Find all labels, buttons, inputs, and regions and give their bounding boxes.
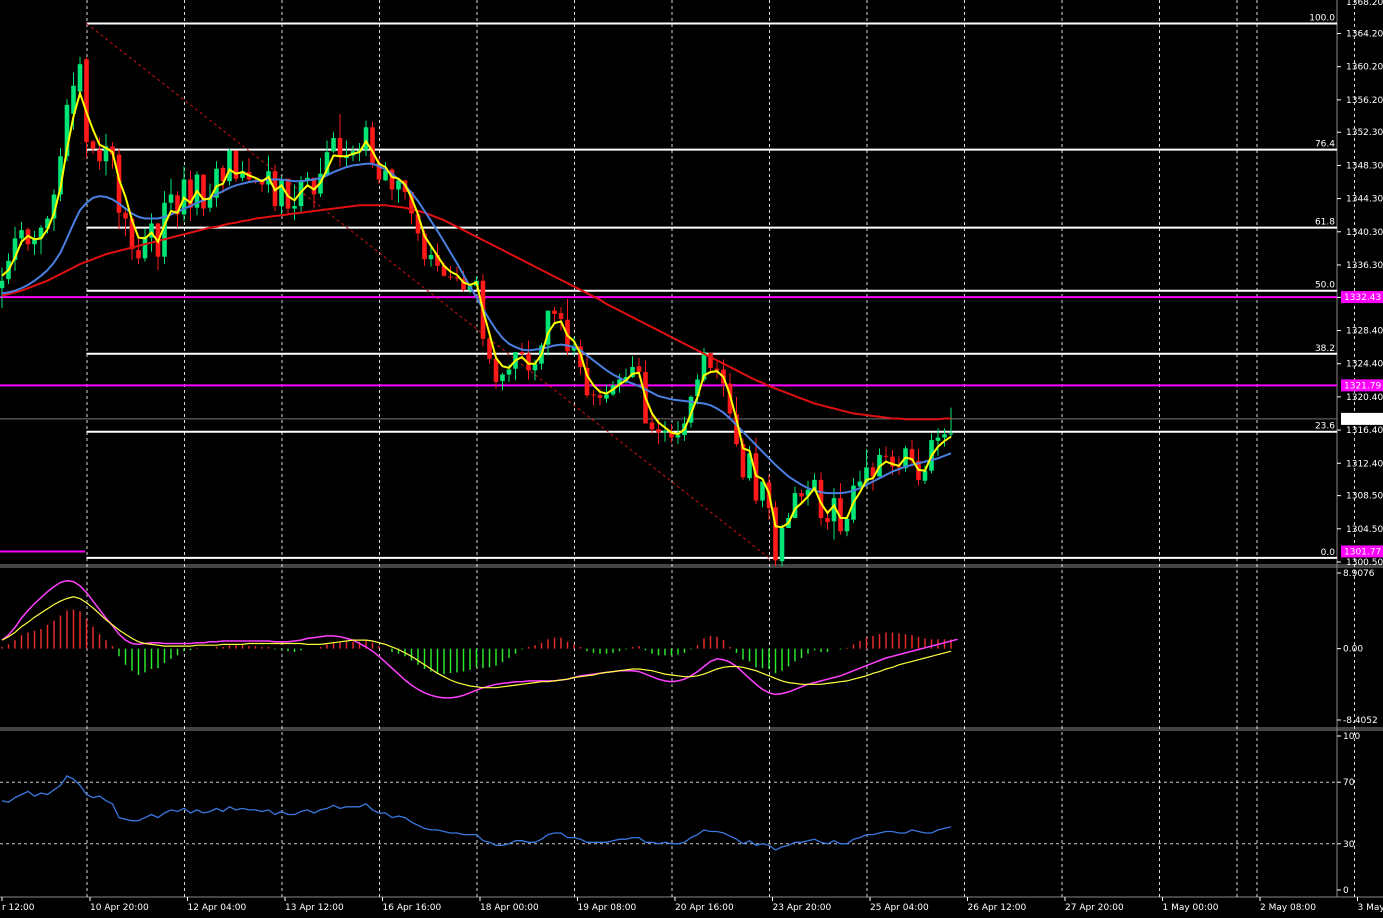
candle[interactable]: [935, 437, 941, 441]
candle[interactable]: [331, 138, 336, 152]
time-tick-label: 18 Apr 00:00: [480, 903, 539, 913]
candle[interactable]: [279, 179, 284, 207]
fib-level-label: 76.4: [1315, 140, 1335, 150]
time-tick-label: 1 May 00:00: [1163, 903, 1219, 913]
candle[interactable]: [662, 430, 668, 433]
time-tick-label: 3 May 16:00: [1358, 903, 1383, 913]
fib-level-label: 38.2: [1315, 344, 1335, 354]
current-price-tag-text: 1317.75: [1344, 415, 1381, 425]
price-tick-label: 1312.40: [1346, 459, 1383, 469]
price-tag-text: 1332.43: [1344, 293, 1381, 303]
price-tag-text: 1301.77: [1344, 547, 1381, 557]
fib-level-label: 61.8: [1315, 218, 1335, 228]
candle[interactable]: [201, 174, 206, 209]
price-tick-label: 1320.40: [1346, 393, 1383, 403]
fib-level-label: 50.0: [1315, 281, 1335, 291]
price-tick-label: 1328.40: [1346, 327, 1383, 337]
candle[interactable]: [825, 518, 830, 523]
candle[interactable]: [604, 394, 609, 399]
time-tick-label: 27 Apr 20:00: [1065, 903, 1124, 913]
time-tick-label: 20 Apr 16:00: [675, 903, 734, 913]
price-tick-label: 1360.20: [1346, 63, 1383, 73]
candle[interactable]: [142, 236, 148, 259]
time-tick-label: 23 Apr 20:00: [773, 903, 832, 913]
candle[interactable]: [922, 470, 928, 481]
candle[interactable]: [558, 313, 564, 319]
time-tick-label: 25 Apr 04:00: [870, 903, 929, 913]
time-tick-label: r 12:00: [2, 903, 35, 913]
time-tick-label: 26 Apr 12:00: [968, 903, 1027, 913]
macd-tick-label: 0.00: [1343, 645, 1363, 655]
rsi-tick-label: 70: [1343, 778, 1355, 788]
candle[interactable]: [799, 493, 804, 497]
fib-level-label: 100.0: [1309, 14, 1335, 24]
price-tick-label: 1356.20: [1346, 96, 1383, 106]
candle[interactable]: [500, 374, 505, 382]
price-tick-label: 1364.20: [1346, 30, 1383, 40]
price-tick-label: 1368.20: [1346, 0, 1383, 8]
candle[interactable]: [506, 369, 512, 375]
candle[interactable]: [942, 434, 947, 438]
trading-chart[interactable]: 100.0 76.4 61.8 50.0 38.2 23.6 0.0 1364.20 1360…: [0, 0, 1383, 918]
price-tag-text: 1321.79: [1344, 381, 1381, 391]
candle[interactable]: [292, 206, 297, 209]
price-tick-label: 1336.30: [1346, 261, 1383, 271]
candle[interactable]: [77, 64, 83, 92]
candle[interactable]: [448, 276, 453, 278]
candle[interactable]: [883, 455, 889, 457]
candle[interactable]: [844, 518, 850, 532]
candle[interactable]: [84, 59, 89, 143]
candle[interactable]: [370, 127, 375, 163]
time-tick-label: 12 Apr 04:00: [188, 903, 247, 913]
candle[interactable]: [636, 366, 642, 373]
rsi-tick-label: 30: [1343, 840, 1355, 850]
candle[interactable]: [493, 358, 499, 382]
price-tick-label: 1316.40: [1346, 426, 1383, 436]
macd-tick-label: 8.9076: [1343, 569, 1375, 579]
macd-tick-label: -8.4052: [1343, 716, 1378, 726]
rsi-tick-label: 100: [1343, 732, 1360, 742]
fib-level-label: 23.6: [1315, 422, 1335, 432]
candle[interactable]: [97, 149, 102, 162]
candle[interactable]: [428, 255, 434, 260]
time-tick-label: 2 May 08:00: [1260, 903, 1316, 913]
candle[interactable]: [532, 363, 538, 371]
candle[interactable]: [519, 352, 525, 354]
candle[interactable]: [779, 527, 785, 562]
price-tick-label: 1304.50: [1346, 525, 1383, 535]
candle[interactable]: [19, 230, 24, 239]
candle[interactable]: [591, 394, 596, 396]
candle[interactable]: [948, 433, 954, 435]
candle[interactable]: [123, 212, 128, 219]
price-tick-label: 1324.40: [1346, 360, 1383, 370]
candle[interactable]: [656, 429, 661, 433]
candle[interactable]: [90, 141, 96, 149]
price-tick-label: 1348.30: [1346, 161, 1383, 171]
price-tick-label: 1352.30: [1346, 128, 1383, 138]
price-tick-label: 1344.30: [1346, 195, 1383, 205]
candle[interactable]: [383, 170, 388, 181]
chart-background: [0, 0, 1383, 918]
candle[interactable]: [0, 280, 5, 289]
candle[interactable]: [552, 310, 557, 314]
price-tick-label: 1300.50: [1346, 558, 1383, 568]
price-tick-label: 1308.50: [1346, 492, 1383, 502]
candle[interactable]: [363, 127, 369, 150]
fib-level-label: 0.0: [1321, 548, 1336, 558]
candle[interactable]: [227, 150, 232, 182]
candle[interactable]: [649, 422, 655, 430]
candle[interactable]: [714, 368, 720, 371]
candle[interactable]: [675, 435, 681, 438]
candle[interactable]: [337, 138, 343, 158]
rsi-tick-label: 0: [1343, 886, 1349, 896]
price-tick-label: 1340.30: [1346, 228, 1383, 238]
time-tick-label: 10 Apr 20:00: [90, 903, 149, 913]
time-tick-label: 13 Apr 12:00: [285, 903, 344, 913]
candle[interactable]: [136, 250, 141, 259]
candle[interactable]: [857, 481, 863, 487]
time-tick-label: 19 Apr 08:00: [578, 903, 637, 913]
candle[interactable]: [168, 194, 174, 203]
candle[interactable]: [597, 395, 603, 398]
time-tick-label: 16 Apr 16:00: [383, 903, 442, 913]
